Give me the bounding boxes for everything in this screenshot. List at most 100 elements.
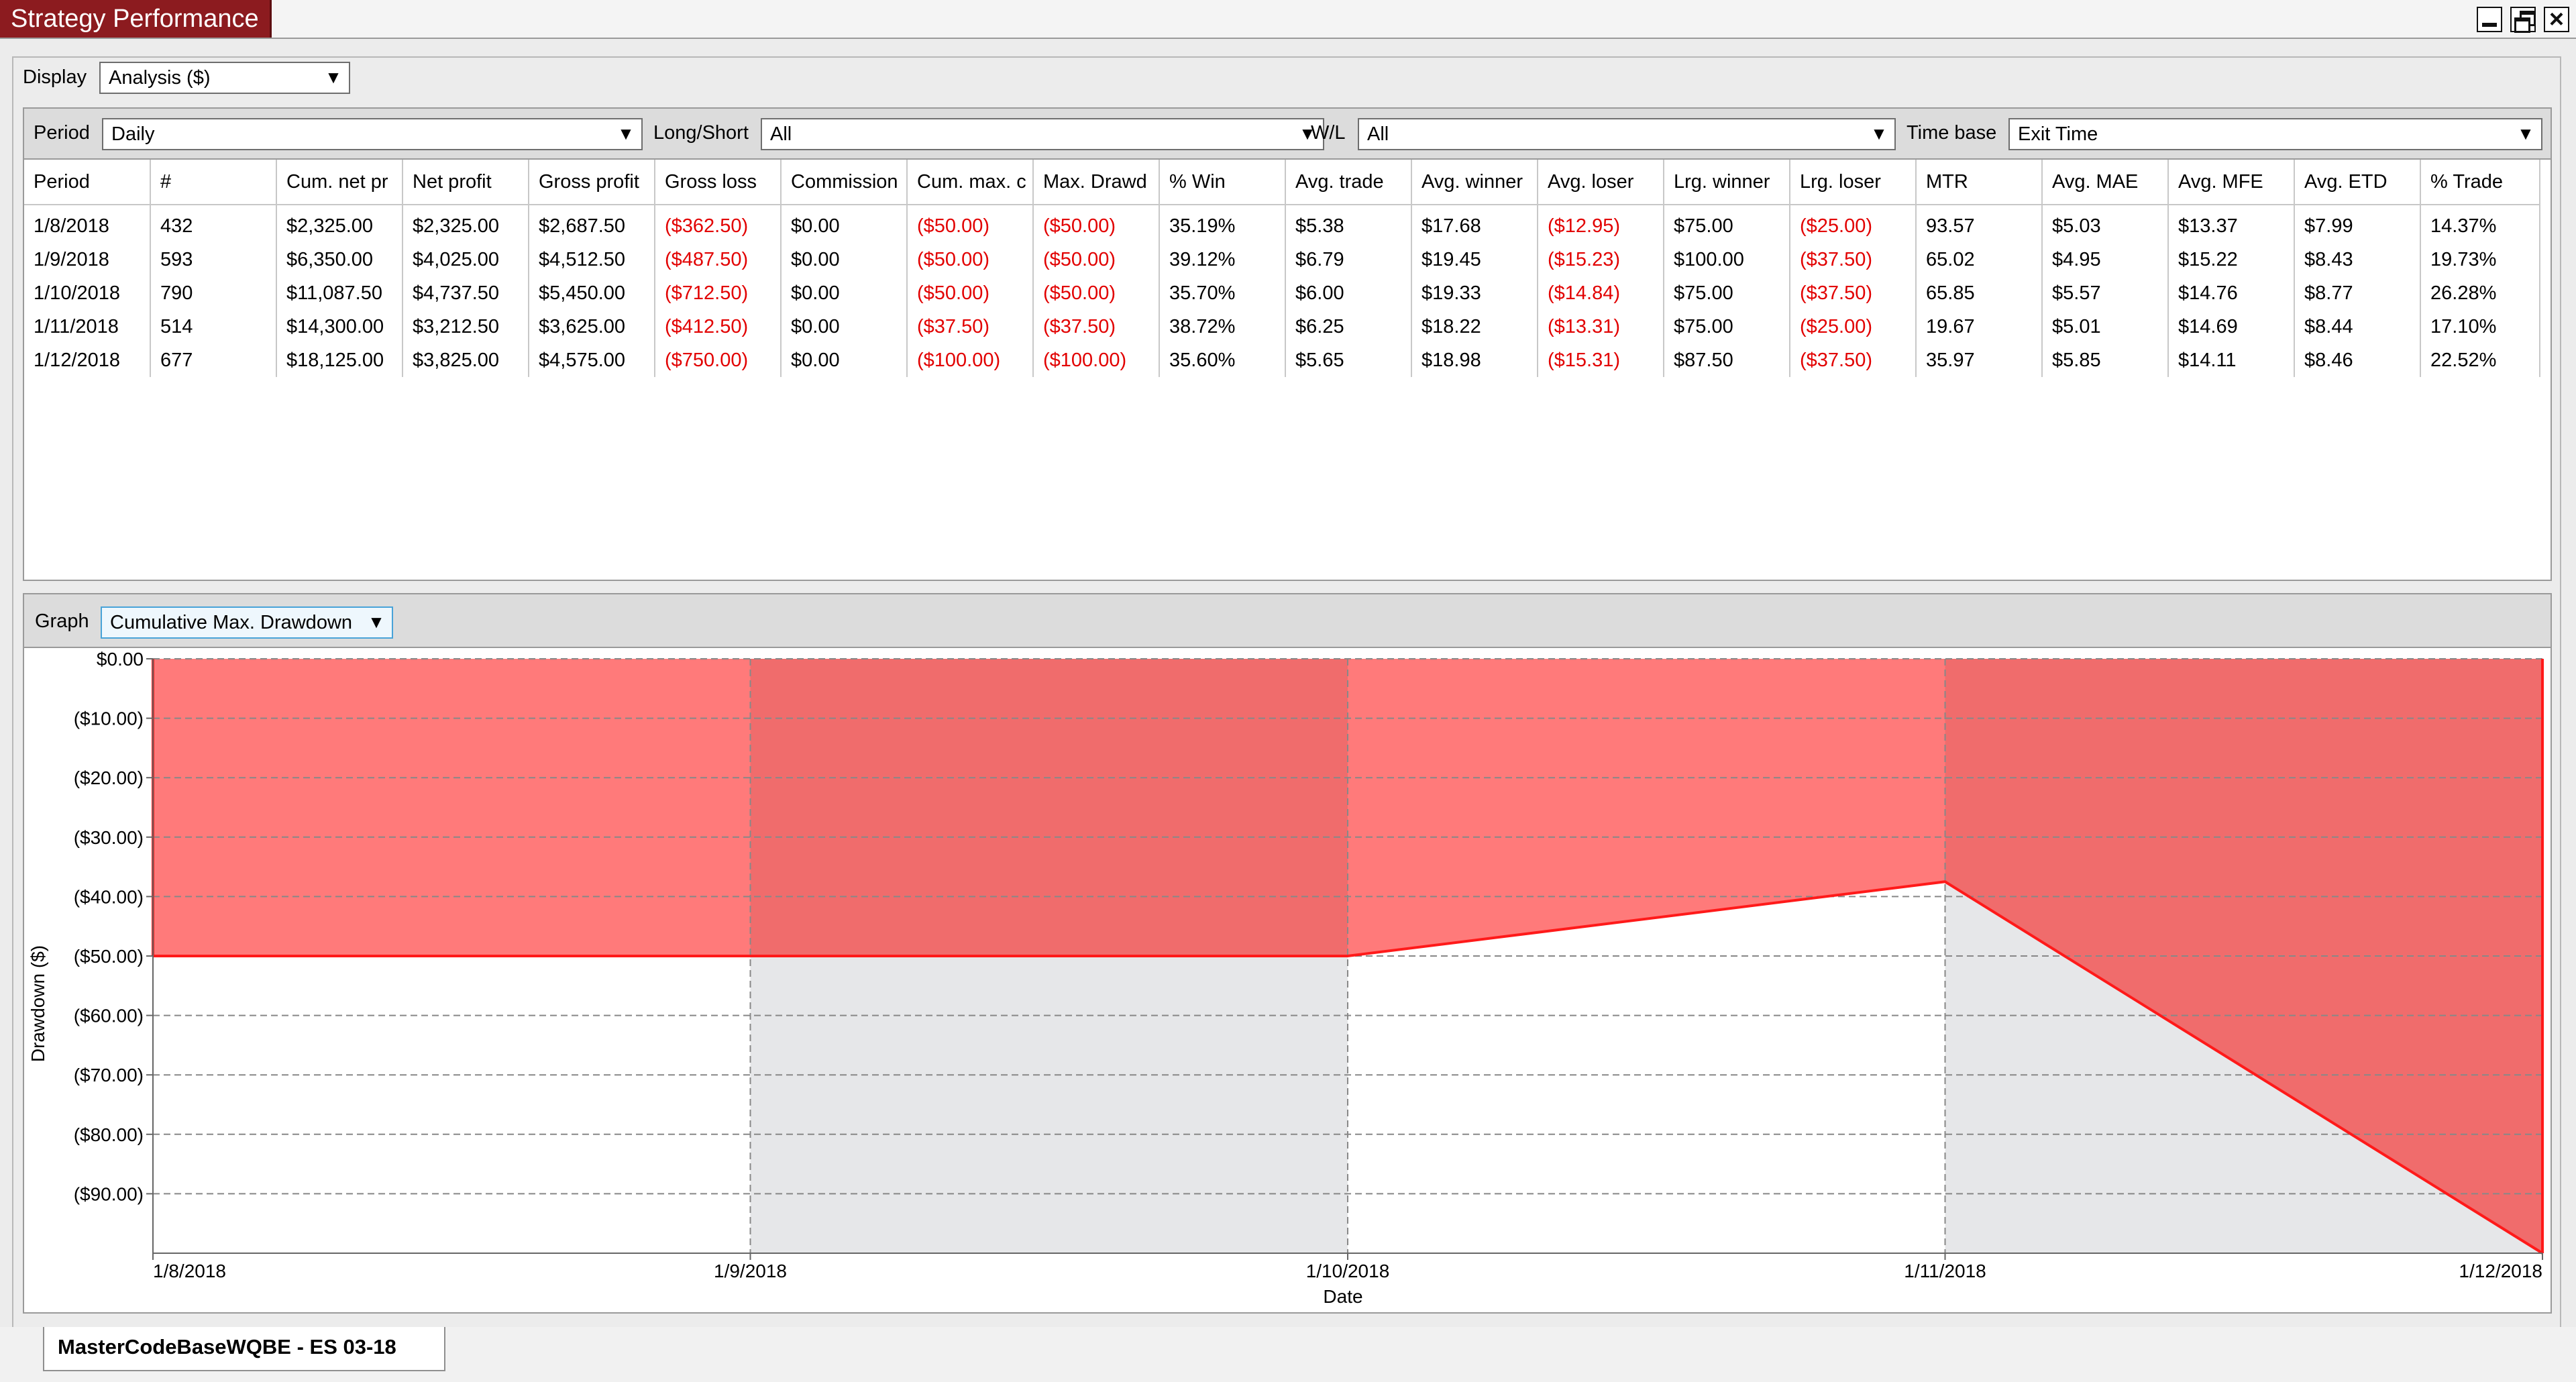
table-cell: 26.28% — [2420, 276, 2540, 310]
column-header[interactable]: % Trade — [2420, 160, 2540, 205]
table-cell: 14.37% — [2420, 205, 2540, 243]
table-cell: 19.73% — [2420, 243, 2540, 276]
table-cell: ($37.50) — [1790, 343, 1917, 377]
table-cell: $3,625.00 — [529, 310, 655, 343]
table-cell: ($15.23) — [1538, 243, 1664, 276]
table-cell: $17.68 — [1411, 205, 1538, 243]
chevron-down-icon: ▼ — [325, 67, 342, 87]
period-select[interactable]: Daily ▼ — [102, 118, 643, 150]
column-header[interactable]: Max. Drawd — [1033, 160, 1160, 205]
wl-select-value: All — [1367, 123, 1389, 145]
table-cell: 593 — [150, 243, 277, 276]
table-cell: $11,087.50 — [276, 276, 403, 310]
table-cell: ($12.95) — [1538, 205, 1664, 243]
y-tick-label: ($20.00) — [74, 767, 144, 788]
table-cell: ($14.84) — [1538, 276, 1664, 310]
close-icon[interactable]: × — [2544, 5, 2569, 34]
table-cell: ($37.50) — [1033, 310, 1160, 343]
window-title: Strategy Performance — [0, 0, 272, 38]
table-cell: 35.70% — [1159, 276, 1286, 310]
column-header[interactable]: Avg. ETD — [2294, 160, 2421, 205]
table-cell: $75.00 — [1664, 310, 1790, 343]
table-cell: 1/12/2018 — [24, 343, 151, 377]
filter-bar: Period Daily ▼ Long/Short All ▼ W/L All … — [23, 107, 2552, 160]
drawdown-area — [153, 659, 751, 956]
table-cell: ($100.00) — [907, 343, 1034, 377]
table-cell: $100.00 — [1664, 243, 1790, 276]
table-cell: $19.45 — [1411, 243, 1538, 276]
column-header[interactable]: Net profit — [402, 160, 529, 205]
column-header[interactable]: Gross loss — [655, 160, 782, 205]
table-cell: ($37.50) — [1790, 276, 1917, 310]
graph-select[interactable]: Cumulative Max. Drawdown ▼ — [101, 606, 393, 639]
display-select-value: Analysis ($) — [109, 67, 211, 89]
column-header[interactable]: Avg. loser — [1538, 160, 1664, 205]
table-row[interactable]: 1/9/2018 593 $6,350.00 $4,025.00 $4,512.50 ($… — [24, 243, 2540, 276]
wl-select[interactable]: All ▼ — [1358, 118, 1896, 150]
table-cell: 514 — [150, 310, 277, 343]
table-row[interactable]: 1/8/2018 432 $2,325.00 $2,325.00 $2,687.50 ($… — [24, 205, 2540, 243]
table-cell: ($37.50) — [1790, 243, 1917, 276]
graph-toolbar: Graph Cumulative Max. Drawdown ▼ — [23, 593, 2552, 648]
column-header[interactable]: Cum. net pr — [276, 160, 403, 205]
minimize-icon[interactable] — [2477, 7, 2502, 32]
graph-label: Graph — [35, 610, 89, 632]
y-tick-label: ($60.00) — [74, 1006, 144, 1026]
table-cell: ($487.50) — [655, 243, 782, 276]
column-header[interactable]: Avg. winner — [1411, 160, 1538, 205]
table-row[interactable]: 1/10/2018 790 $11,087.50 $4,737.50 $5,450.00… — [24, 276, 2540, 310]
table-cell: $0.00 — [781, 205, 908, 243]
period-select-value: Daily — [111, 123, 155, 145]
time-base-select[interactable]: Exit Time ▼ — [2008, 118, 2542, 150]
column-header[interactable]: Commission — [781, 160, 908, 205]
graph-select-value: Cumulative Max. Drawdown — [110, 612, 353, 633]
column-header[interactable]: Avg. MFE — [2168, 160, 2295, 205]
column-header[interactable]: Avg. MAE — [2042, 160, 2169, 205]
column-header[interactable]: Avg. trade — [1285, 160, 1412, 205]
long-short-select-value: All — [770, 123, 792, 145]
table-cell: $6.25 — [1285, 310, 1412, 343]
table-row[interactable]: 1/11/2018 514 $14,300.00 $3,212.50 $3,625.00… — [24, 310, 2540, 343]
table-cell: ($13.31) — [1538, 310, 1664, 343]
table-cell: 35.97 — [1916, 343, 2043, 377]
table-cell: $5.57 — [2042, 276, 2169, 310]
table-cell: $3,212.50 — [402, 310, 529, 343]
display-select[interactable]: Analysis ($) ▼ — [99, 62, 350, 94]
strategy-performance-window: Strategy Performance × Display Analysis … — [0, 0, 2576, 1382]
table-cell: ($25.00) — [1790, 310, 1917, 343]
column-header[interactable]: # — [150, 160, 277, 205]
table-cell: $0.00 — [781, 243, 908, 276]
table-cell: $0.00 — [781, 276, 908, 310]
table-cell: $7.99 — [2294, 205, 2421, 243]
table-cell: $18.22 — [1411, 310, 1538, 343]
restore-icon[interactable] — [2510, 7, 2536, 33]
chevron-down-icon: ▼ — [2517, 123, 2534, 144]
column-header[interactable]: % Win — [1159, 160, 1286, 205]
table-row[interactable]: 1/12/2018 677 $18,125.00 $3,825.00 $4,575.00… — [24, 343, 2540, 377]
table-cell: 65.02 — [1916, 243, 2043, 276]
x-tick-label: 1/8/2018 — [153, 1261, 226, 1281]
period-label: Period — [34, 122, 90, 144]
x-tick-label: 1/12/2018 — [2459, 1261, 2542, 1281]
table-cell: $14,300.00 — [276, 310, 403, 343]
table-cell: ($25.00) — [1790, 205, 1917, 243]
table-cell: $8.46 — [2294, 343, 2421, 377]
strategy-tab[interactable]: MasterCodeBaseWQBE - ES 03-18 — [43, 1327, 445, 1371]
chevron-down-icon: ▼ — [617, 123, 635, 144]
column-header[interactable]: Lrg. loser — [1790, 160, 1917, 205]
column-header[interactable]: Period — [24, 160, 151, 205]
table-cell: 93.57 — [1916, 205, 2043, 243]
column-header[interactable]: Cum. max. c — [907, 160, 1034, 205]
table-cell: $19.33 — [1411, 276, 1538, 310]
column-header[interactable]: Lrg. winner — [1664, 160, 1790, 205]
table-cell: 1/10/2018 — [24, 276, 151, 310]
long-short-select[interactable]: All ▼ — [761, 118, 1324, 150]
table-cell: ($412.50) — [655, 310, 782, 343]
wl-label: W/L — [1311, 122, 1346, 144]
table-cell: 1/8/2018 — [24, 205, 151, 243]
table-cell: $13.37 — [2168, 205, 2295, 243]
column-header[interactable]: MTR — [1916, 160, 2043, 205]
y-tick-label: ($80.00) — [74, 1124, 144, 1145]
column-header[interactable]: Gross profit — [529, 160, 655, 205]
stats-table: Period # Cum. net pr Net profit Gross profit… — [24, 160, 2540, 377]
